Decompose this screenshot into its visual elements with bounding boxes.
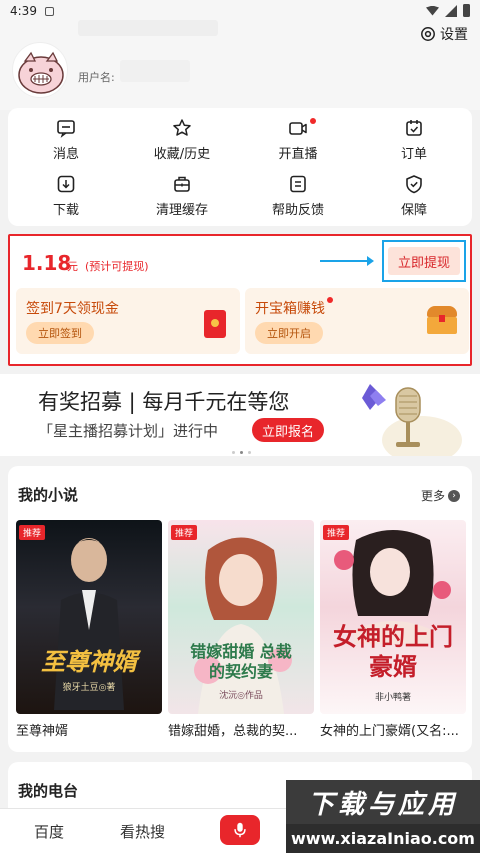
book-card[interactable]: 推荐 至尊神婿 狼牙土豆◎著 至尊神婿 — [16, 520, 162, 739]
task-badge-dot — [327, 297, 333, 303]
feedback-icon — [290, 175, 306, 193]
status-time: 4:39 — [10, 4, 37, 18]
cash-note: (预计可提现) — [85, 260, 149, 273]
microphone-icon — [362, 384, 462, 456]
treasure-task-card[interactable]: 开宝箱赚钱 立即开启 — [245, 288, 469, 354]
book-title: 女神的上门豪婿(又名:... — [320, 724, 459, 739]
section-title: 我的电台 — [18, 782, 79, 800]
menu-item-clear-cache[interactable]: 清理缓存 — [124, 174, 240, 218]
menu-label: 订单 — [400, 147, 427, 162]
menu-item-orders[interactable]: 订单 — [356, 118, 472, 162]
menu-card: 消息 收藏/历史 开直播 订单 下载 清理缓存 帮助反馈 保障 — [8, 108, 472, 226]
menu-item-help[interactable]: 帮助反馈 — [240, 174, 356, 218]
signin-button[interactable]: 立即签到 — [26, 322, 94, 344]
treasure-chest-icon — [427, 306, 457, 334]
live-badge-dot — [310, 118, 316, 124]
voice-search-button[interactable] — [220, 815, 260, 845]
status-icons — [426, 4, 470, 17]
cover-title: 女神的上门豪婿 — [333, 623, 453, 681]
video-camera-icon — [289, 122, 307, 135]
menu-item-downloads[interactable]: 下载 — [8, 174, 124, 218]
signin-task-card[interactable]: 签到7天领现金 立即签到 — [16, 288, 240, 354]
open-chest-button[interactable]: 立即开启 — [255, 322, 323, 344]
withdraw-button[interactable]: 立即提现 — [388, 247, 460, 275]
recruitment-banner[interactable]: 有奖招募 | 每月千元在等您 「星主播招募计划」进行中 立即报名 — [0, 374, 480, 456]
cover-author: 沈沅◎作品 — [219, 691, 263, 701]
message-icon — [57, 120, 75, 138]
shield-check-icon — [406, 175, 422, 194]
briefcase-icon — [174, 176, 190, 192]
cover-author: 狼牙土豆◎著 — [62, 683, 116, 693]
banner-title: 有奖招募 | 每月千元在等您 — [38, 390, 290, 414]
calendar-check-icon — [406, 120, 422, 136]
username-label: 用户名: — [78, 71, 115, 84]
book-cover: 推荐 至尊神婿 狼牙土豆◎著 — [16, 520, 162, 714]
cover-title: 至尊神婿 — [41, 648, 137, 676]
settings-label: 设置 — [440, 27, 468, 43]
reward-card: 1.18 元 (预计可提现) 立即提现 签到7天领现金 立即签到 开宝箱赚钱 立… — [8, 234, 472, 366]
cover-author: 非小鸭著 — [374, 693, 411, 703]
arrow-annotation — [320, 256, 374, 266]
menu-label: 收藏/历史 — [153, 147, 211, 162]
cover-title: 错嫁甜婚 总裁的契约妻 — [190, 642, 292, 681]
book-title: 至尊神婿 — [16, 724, 69, 739]
download-icon — [57, 175, 75, 193]
task-title: 开宝箱赚钱 — [255, 301, 325, 317]
settings-button[interactable]: 设置 — [420, 24, 468, 44]
task-title: 签到7天领现金 — [26, 301, 119, 317]
banner-subtitle: 「星主播招募计划」进行中 — [38, 422, 219, 440]
cash-unit: 元 — [67, 260, 78, 273]
watermark-logo: 下载与应用 — [286, 780, 480, 824]
register-button[interactable]: 立即报名 — [252, 418, 324, 442]
cash-amount: 1.18 — [22, 251, 72, 275]
username-value-blurred — [120, 60, 190, 82]
avatar[interactable] — [12, 42, 68, 98]
book-card[interactable]: 推荐 女神的上门豪婿 非小鸭著 女神的上门豪婿(又名:... — [320, 520, 466, 739]
battery-icon — [463, 4, 470, 17]
star-icon — [173, 119, 191, 136]
chevron-right-icon: › — [448, 489, 460, 502]
book-cover: 推荐 女神的上门豪婿 非小鸭著 — [320, 520, 466, 714]
nav-hot-search[interactable]: 看热搜 — [120, 821, 165, 842]
section-title: 我的小说 — [18, 486, 79, 504]
cover-figure-icon — [334, 530, 451, 644]
microphone-icon — [234, 822, 246, 838]
menu-label: 保障 — [400, 203, 427, 218]
nav-baidu[interactable]: 百度 — [34, 821, 64, 842]
watermark-url: www.xiazaIniao.com — [286, 824, 480, 853]
book-title: 错嫁甜婚，总裁的契... — [168, 724, 298, 739]
signal-icon — [445, 4, 457, 17]
more-novels-link[interactable]: 更多 › — [421, 487, 460, 504]
menu-label: 清理缓存 — [155, 203, 208, 218]
pig-avatar-icon — [18, 51, 64, 94]
menu-item-favorites[interactable]: 收藏/历史 — [124, 118, 240, 162]
my-novels-section: 我的小说 更多 › 推荐 至尊神婿 狼牙土豆◎著 至尊神婿 推荐 错嫁甜婚 总裁… — [8, 466, 472, 752]
menu-item-live[interactable]: 开直播 — [240, 118, 356, 162]
menu-label: 下载 — [52, 203, 79, 218]
banner-pagination — [232, 451, 251, 454]
notification-icon — [44, 6, 54, 16]
menu-label: 消息 — [52, 147, 79, 162]
menu-item-messages[interactable]: 消息 — [8, 118, 124, 162]
cover-figure-icon — [194, 537, 292, 714]
username-blurred — [78, 20, 218, 36]
red-envelope-icon — [204, 310, 226, 338]
gear-icon — [421, 27, 435, 41]
status-bar: 4:39 — [0, 0, 480, 22]
menu-item-protection[interactable]: 保障 — [356, 174, 472, 218]
menu-label: 帮助反馈 — [271, 203, 324, 218]
book-cover: 推荐 错嫁甜婚 总裁的契约妻 沈沅◎作品 — [168, 520, 314, 714]
book-card[interactable]: 推荐 错嫁甜婚 总裁的契约妻 沈沅◎作品 错嫁甜婚，总裁的契... — [168, 520, 314, 739]
menu-label: 开直播 — [278, 147, 318, 162]
wifi-icon — [426, 5, 439, 16]
